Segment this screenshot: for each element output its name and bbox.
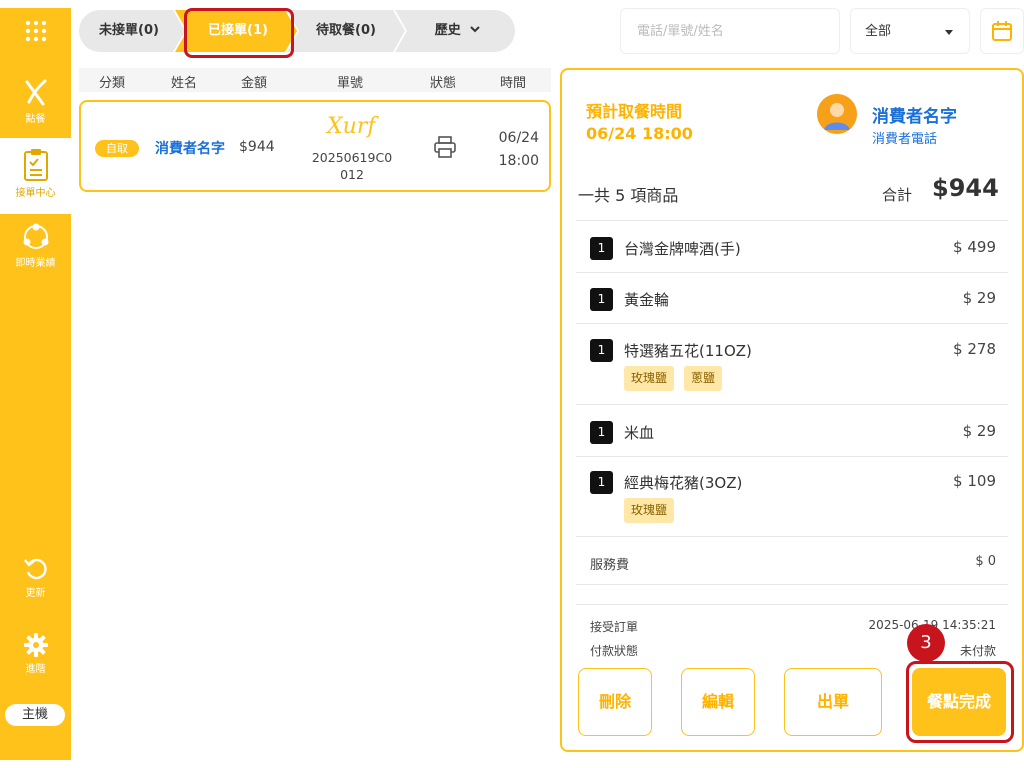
divider xyxy=(576,272,1008,273)
sidebar-item-order[interactable]: 點餐 xyxy=(0,72,71,134)
order-customer-name: 消費者名字 xyxy=(155,141,225,157)
item-name: 米血 xyxy=(624,424,655,442)
column-time: 時間 xyxy=(500,76,527,91)
filter-select[interactable]: 全部 xyxy=(850,8,970,54)
sidebar-item-live-sales[interactable]: 即時業績 xyxy=(0,222,71,282)
item-price: $ 29 xyxy=(962,422,996,440)
item-name: 黃金輪 xyxy=(624,291,670,309)
accepted-label: 接受訂單 xyxy=(590,620,639,634)
column-status: 狀態 xyxy=(430,76,457,91)
sidebar-item-label: 進階 xyxy=(25,664,46,675)
item-qty-badge: 1 xyxy=(590,471,613,494)
sidebar-item-order-center[interactable]: 接單中心 xyxy=(0,138,71,214)
step-number-badge: 3 xyxy=(907,624,945,662)
item-qty-badge: 1 xyxy=(590,237,613,260)
gear-icon xyxy=(23,633,48,657)
divider xyxy=(576,404,1008,405)
tab-pending[interactable]: 未接單(0) xyxy=(79,10,179,52)
order-row[interactable]: 自取 消費者名字 $944 Xurf 20250619C0 012 06/24 … xyxy=(79,100,551,192)
payment-status-value: 未付款 xyxy=(959,644,996,658)
item-option-tag: 蔥鹽 xyxy=(684,366,723,391)
customer-name: 消費者名字 xyxy=(872,107,957,127)
order-type-badge: 自取 xyxy=(95,140,139,157)
item-price: $ 499 xyxy=(953,238,996,256)
divider xyxy=(576,536,1008,537)
host-button[interactable]: 主機 xyxy=(5,704,65,726)
order-number: 20250619C0 012 xyxy=(311,150,393,182)
total-amount: $944 xyxy=(932,174,999,202)
item-option-tag: 玫瑰鹽 xyxy=(624,366,675,391)
item-qty-badge: 1 xyxy=(590,288,613,311)
item-price: $ 109 xyxy=(953,472,996,490)
item-name: 經典梅花豬(3OZ) xyxy=(624,474,743,492)
column-order-number: 單號 xyxy=(337,76,364,91)
sidebar: 點餐 接單中心 即時業績 更新 進階 主機 xyxy=(0,8,71,760)
order-status-tabs: 未接單(0) 已接單(1) 待取餐(0) 歷史 xyxy=(79,10,515,52)
service-fee-value: $ 0 xyxy=(975,554,996,569)
divider xyxy=(576,323,1008,324)
calendar-button[interactable] xyxy=(980,8,1024,54)
pickup-time-value: 06/24 18:00 xyxy=(586,124,693,143)
item-count: 一共 5 項商品 xyxy=(578,186,679,205)
sidebar-item-refresh[interactable]: 更新 xyxy=(0,556,71,606)
customer-phone: 消費者電話 xyxy=(872,132,938,147)
print-order-button[interactable]: 出單 xyxy=(784,668,882,736)
sync-people-icon xyxy=(23,223,48,249)
apps-grid-icon[interactable] xyxy=(0,18,71,44)
column-amount: 金額 xyxy=(241,76,268,91)
clipboard-icon xyxy=(23,149,48,181)
sidebar-item-label: 即時業績 xyxy=(15,258,56,269)
sidebar-item-advanced[interactable]: 進階 xyxy=(0,632,71,682)
item-name: 特選豬五花(11OZ) xyxy=(624,342,752,360)
user-avatar-icon xyxy=(817,94,857,134)
item-option-tag: 玫瑰鹽 xyxy=(624,498,675,523)
order-amount: $944 xyxy=(239,139,275,155)
avatar xyxy=(817,94,857,134)
column-name: 姓名 xyxy=(171,76,198,91)
order-list-header: 分類 姓名 金額 單號 狀態 時間 xyxy=(79,68,551,92)
sidebar-item-label: 點餐 xyxy=(25,114,46,125)
divider xyxy=(576,456,1008,457)
platform-logo: Xurf xyxy=(327,114,376,139)
chevron-down-icon xyxy=(470,26,480,33)
divider xyxy=(576,220,1008,221)
order-time: 06/24 18:00 xyxy=(498,130,539,169)
print-icon[interactable] xyxy=(433,135,457,163)
total-label: 合計 xyxy=(882,186,913,204)
payment-status-label: 付款狀態 xyxy=(590,644,639,658)
item-qty-badge: 1 xyxy=(590,339,613,362)
tab-history[interactable]: 歷史 xyxy=(405,10,511,52)
item-qty-badge: 1 xyxy=(590,421,613,444)
edit-button[interactable]: 編輯 xyxy=(681,668,755,736)
column-category: 分類 xyxy=(99,76,126,91)
refresh-icon xyxy=(23,558,47,580)
sidebar-item-label: 接單中心 xyxy=(15,188,56,199)
item-price: $ 29 xyxy=(962,289,996,307)
complete-highlight-annotation xyxy=(906,661,1014,743)
service-fee-label: 服務費 xyxy=(590,558,630,573)
item-price: $ 278 xyxy=(953,340,996,358)
delete-button[interactable]: 刪除 xyxy=(578,668,652,736)
pickup-time-label: 預計取餐時間 xyxy=(586,102,683,121)
tab-awaiting-pickup[interactable]: 待取餐(0) xyxy=(291,10,401,52)
divider xyxy=(576,584,1008,585)
order-detail-panel: 預計取餐時間 06/24 18:00 消費者名字 消費者電話 一共 5 項商品 … xyxy=(560,68,1024,752)
item-name: 台灣金牌啤酒(手) xyxy=(624,240,741,258)
calendar-icon xyxy=(992,21,1012,41)
sidebar-item-label: 更新 xyxy=(25,588,46,599)
brand-logo-icon xyxy=(25,79,46,106)
divider xyxy=(576,604,1008,605)
caret-down-icon xyxy=(945,30,953,35)
search-input[interactable]: 電話/單號/姓名 xyxy=(620,8,840,54)
